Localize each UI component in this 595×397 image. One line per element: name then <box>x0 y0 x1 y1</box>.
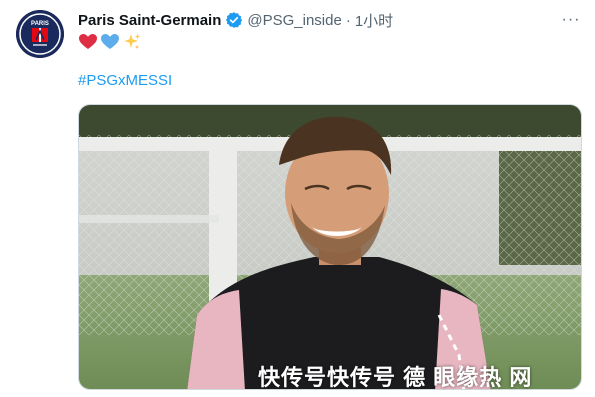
author-name[interactable]: Paris Saint-Germain <box>78 12 221 29</box>
sparkles-icon <box>124 33 141 49</box>
psg-logo-icon: PARIS <box>16 10 64 58</box>
more-options-button[interactable]: ··· <box>561 10 581 30</box>
avatar[interactable]: PARIS <box>16 10 64 58</box>
avatar-text: PARIS <box>31 21 49 27</box>
blue-heart-icon <box>101 34 119 49</box>
training-photo <box>79 105 581 389</box>
tweet-timestamp[interactable]: 1小时 <box>355 10 393 31</box>
hashtag-link[interactable]: #PSGxMESSI <box>78 72 172 89</box>
tweet-photo[interactable] <box>78 104 582 390</box>
author-handle[interactable]: @PSG_inside <box>247 12 341 29</box>
red-heart-icon <box>79 34 97 49</box>
more-icon: ··· <box>561 11 581 28</box>
verified-badge-icon <box>226 12 243 28</box>
emoji-row <box>78 32 142 52</box>
watermark-text: 快传号快传号 德 眼缘热 网 <box>258 365 533 390</box>
separator-dot: · <box>345 11 351 29</box>
tweet-header: Paris Saint-Germain @PSG_inside · 1小时 <box>78 10 393 30</box>
